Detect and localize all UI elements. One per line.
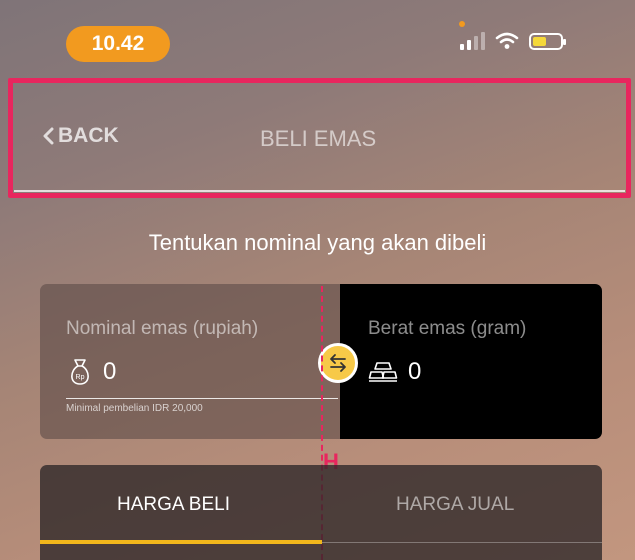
tab-harga-jual[interactable]: HARGA JUAL (396, 494, 514, 516)
money-bag-icon: Rp (71, 359, 89, 385)
time-pill: 10.42 (66, 26, 170, 62)
swap-button[interactable] (318, 343, 358, 383)
weight-value: 0 (408, 358, 422, 385)
tab-divider (322, 542, 602, 543)
weight-panel[interactable]: Berat emas (gram) 0 (340, 284, 602, 439)
nominal-row: Rp (67, 358, 283, 386)
swap-arrows-icon (330, 354, 346, 372)
battery-level (533, 36, 546, 46)
status-bar: 10.42 (0, 0, 635, 70)
nominal-panel[interactable]: Nominal emas (rupiah) Rp Minimal pembeli… (40, 284, 340, 439)
signal-icon (460, 32, 485, 50)
camera-indicator-dot (459, 21, 465, 27)
nominal-underline (66, 398, 338, 399)
price-tabs: HARGA BELI HARGA JUAL (40, 465, 602, 560)
nominal-label: Nominal emas (rupiah) (66, 318, 259, 339)
instruction-text: Tentukan nominal yang akan dibeli (148, 230, 487, 255)
gold-bars-icon (368, 362, 398, 382)
tab-harga-beli[interactable]: HARGA BELI (117, 494, 230, 516)
minimum-purchase-hint: Minimal pembelian IDR 20,000 (66, 403, 203, 414)
svg-text:Rp: Rp (76, 374, 85, 381)
status-icons (460, 32, 566, 50)
nominal-input[interactable] (103, 358, 283, 386)
wifi-icon (495, 32, 519, 49)
status-time: 10.42 (91, 32, 145, 55)
battery-icon (529, 32, 566, 50)
weight-label: Berat emas (gram) (368, 318, 527, 339)
weight-row: 0 (368, 358, 421, 386)
active-tab-indicator (40, 540, 322, 544)
nav-highlight-frame (8, 78, 631, 198)
